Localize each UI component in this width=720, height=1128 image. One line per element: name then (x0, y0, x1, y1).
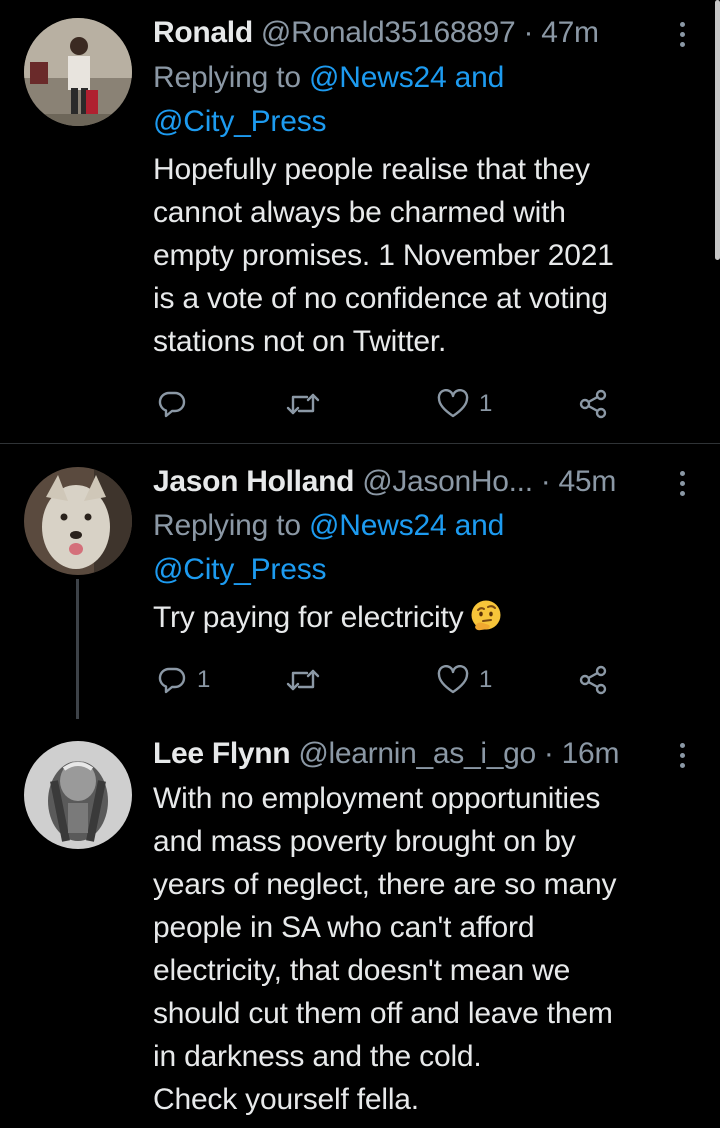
like-count: 1 (479, 666, 493, 693)
replying-to-label: Replying to (153, 509, 301, 542)
tweet-text: With no employment opportunities and mas… (153, 777, 693, 1121)
like-button[interactable]: 1 (437, 660, 492, 700)
tweet-text: Hopefully people realise that they canno… (153, 148, 693, 363)
timestamp[interactable]: 16m (562, 737, 620, 770)
avatar[interactable] (24, 18, 132, 126)
tweet-lee-flynn[interactable]: Lee Flynn @learnin_as_i_go · 16m With no… (0, 714, 720, 1128)
tweet-ronald[interactable]: Ronald @Ronald35168897 · 47m Replying to… (0, 0, 720, 443)
replying-to: Replying to @News24 and (153, 56, 504, 100)
text-line: years of neglect, there are so many (153, 868, 617, 901)
text-line: With no employment opportunities (153, 782, 601, 815)
thread-connector (76, 579, 79, 719)
share-button[interactable] (577, 660, 609, 700)
user-handle[interactable]: @Ronald35168897 (261, 16, 516, 49)
display-name[interactable]: Ronald (153, 16, 253, 49)
like-count: 1 (479, 390, 493, 417)
tweet-header: Lee Flynn @learnin_as_i_go · 16m (153, 736, 660, 772)
mention-link[interactable]: @City_Press (153, 553, 326, 586)
mention-link[interactable]: @News24 (309, 509, 447, 542)
user-handle[interactable]: @learnin_as_i_go (298, 737, 536, 770)
replying-to-cont: @City_Press (153, 548, 326, 592)
avatar[interactable] (24, 467, 132, 575)
retweet-icon (286, 669, 320, 691)
text-line: cannot always be charmed with (153, 196, 566, 229)
mention-link[interactable]: @City_Press (153, 105, 326, 138)
retweet-button[interactable] (286, 660, 330, 700)
more-options-icon[interactable] (678, 743, 686, 773)
reply-button[interactable]: 1 (157, 660, 210, 700)
tweet-actions: 1 1 (153, 660, 623, 700)
timestamp[interactable]: 47m (541, 16, 599, 49)
replying-and: and (454, 509, 505, 542)
replying-to-label: Replying to (153, 61, 301, 94)
timestamp[interactable]: 45m (559, 465, 617, 498)
text-line: in darkness and the cold. (153, 1040, 482, 1073)
replying-to-cont: @City_Press (153, 100, 326, 144)
like-button[interactable]: 1 (437, 384, 492, 424)
tweet-jason-holland[interactable]: Jason Holland @JasonHo... · 45m Replying… (0, 444, 720, 719)
display-name[interactable]: Jason Holland (153, 465, 354, 498)
text-line: electricity, that doesn't mean we (153, 954, 571, 987)
separator-dot: · (523, 16, 534, 49)
text-line: is a vote of no confidence at voting (153, 282, 608, 315)
share-icon (579, 389, 607, 419)
retweet-icon (286, 393, 320, 415)
text-line: people in SA who can't afford (153, 911, 535, 944)
more-options-icon[interactable] (678, 471, 686, 501)
replying-to: Replying to @News24 and (153, 504, 504, 548)
heart-icon (437, 665, 469, 694)
text-line: should cut them off and leave them (153, 997, 613, 1030)
replying-and: and (454, 61, 505, 94)
tweet-header: Jason Holland @JasonHo... · 45m (153, 464, 660, 500)
separator-dot: · (540, 465, 551, 498)
text-line: stations not on Twitter. (153, 325, 447, 358)
avatar[interactable] (24, 741, 132, 849)
text-line: Check yourself fella. (153, 1083, 419, 1116)
retweet-button[interactable] (286, 384, 330, 424)
reply-count: 1 (197, 666, 211, 693)
mention-link[interactable]: @News24 (309, 61, 447, 94)
display-name[interactable]: Lee Flynn (153, 737, 291, 770)
tweet-header: Ronald @Ronald35168897 · 47m (153, 15, 660, 51)
text-line: Hopefully people realise that they (153, 153, 590, 186)
text-line: empty promises. 1 November 2021 (153, 239, 614, 272)
reply-icon (158, 667, 186, 694)
tweet-text: Try paying for electricity (153, 596, 693, 639)
reply-button[interactable] (157, 384, 197, 424)
separator-dot: · (543, 737, 554, 770)
tweet-actions: 1 (153, 384, 623, 424)
thinking-face-icon (469, 599, 503, 633)
user-handle[interactable]: @JasonHo... (362, 465, 533, 498)
more-options-icon[interactable] (678, 22, 686, 52)
share-button[interactable] (577, 384, 609, 424)
text-line: and mass poverty brought on by (153, 825, 576, 858)
heart-icon (437, 389, 469, 418)
reply-icon (158, 391, 186, 418)
text-line: Try paying for electricity (153, 601, 464, 634)
share-icon (579, 665, 607, 695)
